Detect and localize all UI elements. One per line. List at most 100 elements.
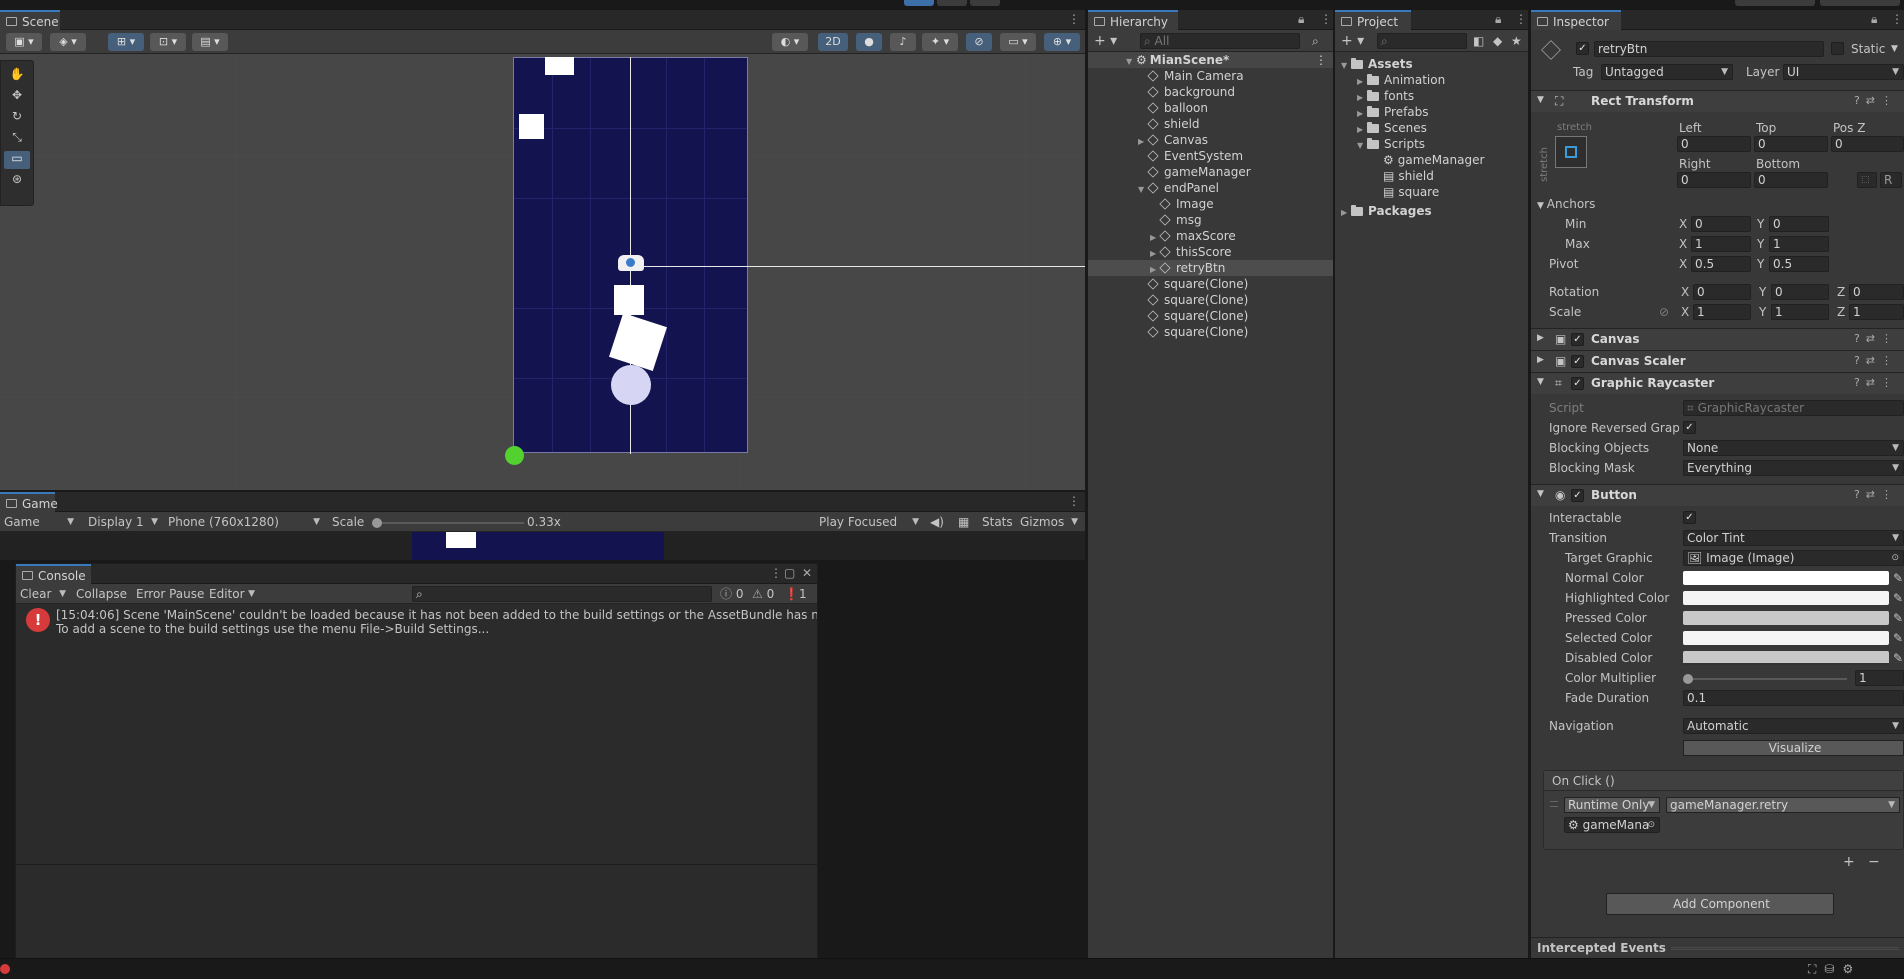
tab-project[interactable]: Project [1335,10,1411,30]
lock-icon[interactable]: 🔒︎ [1298,12,1304,27]
display-dropdown[interactable]: Display 1 ▼ [88,514,162,530]
raycaster-checkbox[interactable]: ✓ [1571,377,1584,390]
packages-folder[interactable]: ▶ Packages [1341,203,1432,219]
hierarchy-item[interactable]: ▶ retryBtn [1088,260,1333,276]
layer-dropdown[interactable]: UI ▼ [1783,64,1904,80]
disabled-color-swatch[interactable] [1683,651,1889,665]
scene-menu-icon[interactable]: ⋮ [1068,12,1080,26]
anchor-presets-button[interactable] [1555,136,1587,168]
posz-field[interactable]: 0 [1831,136,1904,152]
audio-toggle-icon[interactable]: ♪ [890,33,916,51]
transform-tool-icon[interactable]: ⊛ [4,172,30,190]
error-pause-button[interactable]: Error Pause [136,586,204,602]
camera-gizmo-icon[interactable] [618,255,644,271]
project-lock-icon[interactable]: 🔒︎ [1495,12,1501,27]
anchor-max-x[interactable]: 1 [1691,236,1751,252]
hierarchy-item[interactable]: square(Clone) [1088,324,1333,340]
interactable-checkbox[interactable]: ✓ [1683,511,1696,524]
search-by-label-icon[interactable]: ◆ [1493,33,1502,49]
eyedropper-icon[interactable]: ✎ [1893,590,1903,606]
button-enabled-checkbox[interactable]: ✓ [1571,489,1584,502]
pressed-color-swatch[interactable] [1683,611,1889,625]
navigation-dropdown[interactable]: Automatic ▼ [1683,718,1904,734]
inspector-lock-icon[interactable]: 🔒︎ [1871,12,1877,27]
2d-toggle-button[interactable]: 2D [818,33,848,51]
clear-dropdown[interactable]: Clear ▼ [20,586,70,602]
status-error-icon[interactable] [0,964,10,974]
scale-slider[interactable] [372,518,524,528]
script-asset[interactable]: ▤ square [1383,184,1439,200]
project-menu-icon[interactable]: ⋮ [1515,12,1527,26]
intercepted-events-label[interactable]: Intercepted Events [1537,940,1666,956]
object-name-field[interactable]: retryBtn [1594,41,1824,57]
static-checkbox[interactable] [1831,42,1844,55]
blocking-objects-dropdown[interactable]: None ▼ [1683,440,1904,456]
expand-arrow-icon[interactable]: ▼ [1357,138,1367,154]
orbit-button[interactable]: ◐ ▾ [772,33,808,51]
lighting-toggle-icon[interactable]: ● [856,33,882,51]
active-checkbox[interactable]: ✓ [1576,42,1589,55]
warning-count[interactable]: ⚠ 0 [752,586,774,602]
hierarchy-item[interactable]: ▶ thisScore [1088,244,1333,260]
square-object[interactable] [545,57,574,75]
anchor-max-y[interactable]: 1 [1769,236,1829,252]
rect-transform-header[interactable]: ▼ ⛶ Rect Transform ?⇄⋮ [1531,90,1904,112]
overlay-button[interactable]: ▤ ▾ [192,33,228,51]
project-folder[interactable]: ▶ fonts [1357,88,1414,104]
selected-color-swatch[interactable] [1683,631,1889,645]
target-object-field[interactable]: ⚙ gameMana ⊙ [1564,817,1660,833]
layers-dropdown[interactable] [1735,0,1815,6]
expand-arrow-icon[interactable]: ▼ [1341,58,1351,74]
hierarchy-item[interactable]: square(Clone) [1088,308,1333,324]
constrain-proportions-icon[interactable]: ⊘ [1659,304,1669,320]
visualize-button[interactable]: Visualize [1683,740,1904,756]
component-menu-icons[interactable]: ?⇄⋮ [1854,354,1898,367]
scale-z[interactable]: 1 [1849,304,1904,320]
tab-hierarchy[interactable]: Hierarchy [1088,10,1178,30]
hierarchy-item[interactable]: balloon [1088,100,1333,116]
tab-console[interactable]: Console [16,564,91,584]
layout-dropdown[interactable] [1820,0,1900,6]
hierarchy-item[interactable]: msg [1088,212,1333,228]
inspector-menu-icon[interactable]: ⋮ [1891,12,1903,26]
create-button[interactable]: + ▾ [1094,33,1117,49]
bottom-field[interactable]: 0 [1754,172,1828,188]
scale-x[interactable]: 1 [1693,304,1751,320]
hierarchy-menu-icon[interactable]: ⋮ [1320,12,1332,26]
pivot-y[interactable]: 0.5 [1769,256,1829,272]
view-tool-icon[interactable]: ✋ [4,67,30,85]
slider-handle[interactable] [1683,674,1693,684]
button-component-header[interactable]: ▼ ◉ ✓ Button ?⇄⋮ [1531,484,1904,506]
foldout-arrow-icon[interactable]: ▶ [1537,333,1544,343]
foldout-arrow-icon[interactable]: ▼ [1537,489,1544,499]
expand-arrow-icon[interactable]: ▶ [1341,205,1351,221]
foldout-arrow-icon[interactable]: ▼ [1537,377,1544,387]
game-menu-icon[interactable]: ⋮ [1068,494,1080,508]
fade-duration-field[interactable]: 0.1 [1683,690,1904,706]
hierarchy-item[interactable]: square(Clone) [1088,292,1333,308]
grid-snap-button[interactable]: ⊞ ▾ [108,33,144,51]
graphic-raycaster-header[interactable]: ▼ ⌗ ✓ Graphic Raycaster ?⇄⋮ [1531,372,1904,394]
hierarchy-item[interactable]: Main Camera [1088,68,1333,84]
tab-game[interactable]: Game [0,492,58,512]
game-mode-dropdown[interactable]: Game ▼ [4,514,78,530]
hierarchy-item[interactable]: ▶ Canvas [1088,132,1333,148]
scene-menu-dots-icon[interactable]: ⋮ [1315,52,1327,68]
rotate-tool-icon[interactable]: ↻ [4,109,30,127]
hierarchy-item[interactable]: EventSystem [1088,148,1333,164]
canvas-enabled-checkbox[interactable]: ✓ [1571,333,1584,346]
tab-inspector[interactable]: Inspector [1531,10,1621,30]
editor-dropdown[interactable]: Editor ▼ [209,586,259,602]
rect-pivot-handle[interactable] [505,446,524,465]
console-menu-icon[interactable]: ⋮ [770,566,782,580]
increment-snap-button[interactable]: ⊡ ▾ [150,33,186,51]
fx-toggle-button[interactable]: ✦ ▾ [922,33,958,51]
runtime-dropdown[interactable]: Runtime Only ▼ [1564,797,1660,813]
shortcuts-icon[interactable]: ▦ [958,514,969,530]
left-field[interactable]: 0 [1677,136,1751,152]
remove-event-button[interactable]: − [1868,854,1880,870]
pause-button[interactable] [937,0,967,6]
mute-audio-icon[interactable]: ◀) [930,514,944,530]
scale-y[interactable]: 1 [1771,304,1829,320]
color-multiplier-slider[interactable] [1683,674,1847,684]
